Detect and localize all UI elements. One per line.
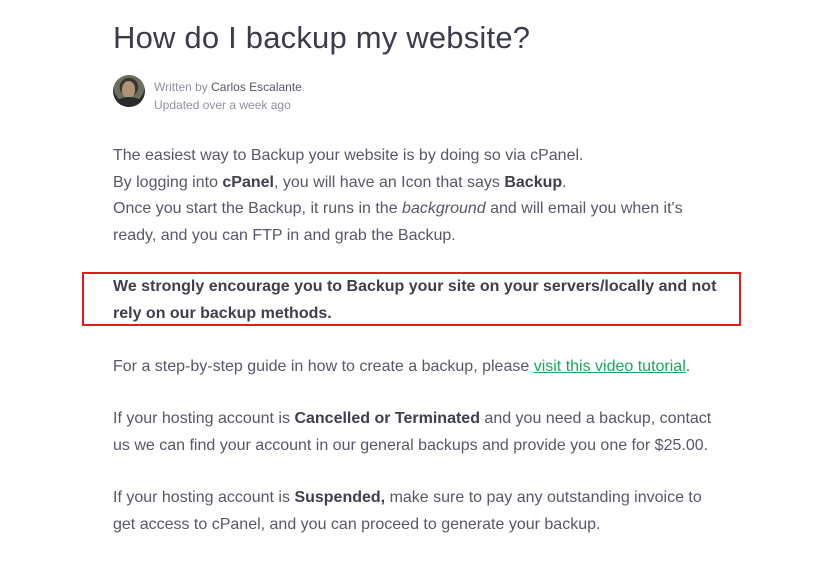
suspended-line-1a: If your hosting account is (113, 489, 295, 506)
author-meta: Written by Carlos Escalante Updated over… (154, 78, 302, 114)
cancelled-line-1a: If your hosting account is (113, 410, 295, 427)
suspended-line-1c: make sure to pay any outstanding invoice… (385, 489, 702, 506)
intro-line-1: The easiest way to Backup your website i… (113, 147, 584, 164)
intro-line-3a: Once you start the Backup, it runs in th… (113, 200, 403, 217)
cancelled-bold: Cancelled or Terminated (294, 410, 480, 427)
author-name[interactable]: Carlos Escalante (211, 80, 302, 94)
article-title: How do I backup my website? (113, 20, 531, 55)
intro-line-2a: By logging into (113, 173, 223, 191)
suspended-bold: Suspended, (294, 489, 386, 506)
paragraph-suspended: If your hosting account is Suspended, ma… (113, 485, 702, 538)
paragraph-cancelled: If your hosting account is Cancelled or … (113, 406, 711, 459)
background-italic: background (402, 200, 486, 217)
guide-period: . (685, 358, 691, 375)
author-line: Written by Carlos Escalante (154, 78, 302, 96)
written-by-label: Written by (154, 80, 212, 94)
author-avatar[interactable] (113, 75, 145, 107)
avatar-shoulders (116, 97, 142, 107)
video-tutorial-link[interactable]: visit this video tutorial (534, 358, 686, 375)
paragraph-guide: For a step-by-step guide in how to creat… (113, 354, 690, 381)
updated-label: Updated over a week ago (154, 98, 291, 112)
suspended-line-2: get access to cPanel, and you can procee… (113, 515, 601, 533)
cpanel-bold: cPanel (222, 173, 274, 191)
intro-line-2c: , you will have an Icon that says (274, 173, 505, 191)
paragraph-intro: The easiest way to Backup your website i… (113, 143, 683, 249)
cancelled-line-2: us we can find your account in our gener… (113, 436, 709, 454)
intro-line-2e: . (562, 173, 567, 191)
cancelled-line-1c: and you need a backup, contact (479, 410, 712, 427)
highlight-annotation-box (82, 272, 741, 326)
guide-text: For a step-by-step guide in how to creat… (113, 358, 534, 375)
intro-line-3c: and will email you when it's (485, 200, 683, 217)
avatar-face (122, 81, 135, 98)
backup-bold: Backup (504, 173, 563, 191)
intro-line-4: ready, and you can FTP in and grab the B… (113, 226, 456, 244)
